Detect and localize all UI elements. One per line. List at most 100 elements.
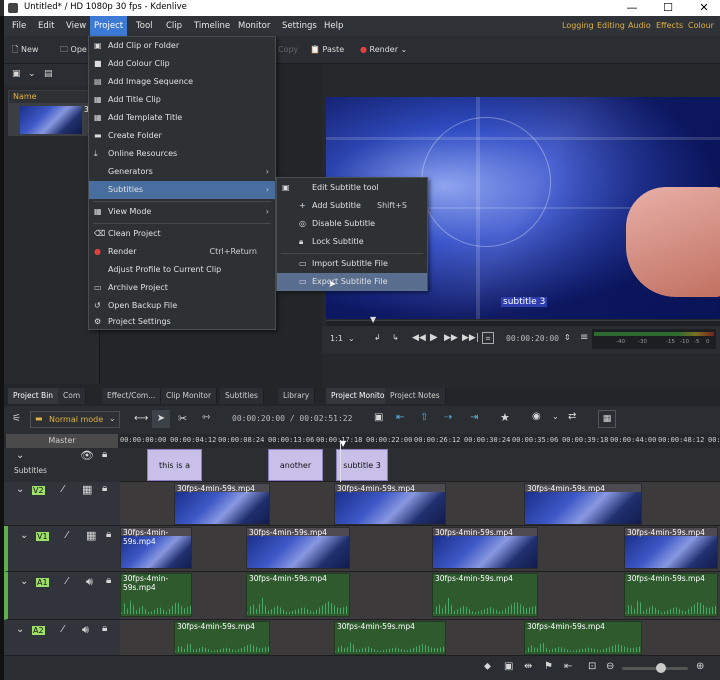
overwrite-icon[interactable]: ⇤ bbox=[396, 412, 404, 423]
zoom-slider[interactable] bbox=[622, 663, 688, 673]
zone-out-icon[interactable]: ↳ bbox=[392, 333, 399, 342]
bin-folder-icon[interactable]: ▤ bbox=[44, 69, 53, 79]
bin-clip-item[interactable]: 30 bbox=[8, 104, 100, 136]
menu-add-clip[interactable]: ▣ Add Clip or Folder bbox=[89, 37, 275, 55]
menu-add-colour-clip[interactable]: ■ Add Colour Clip bbox=[89, 55, 275, 73]
favorite-star-icon[interactable]: ★ bbox=[500, 411, 510, 424]
menu-add-image-sequence[interactable]: ▤ Add Image Sequence bbox=[89, 73, 275, 91]
tab-effects[interactable]: Effect/Com... bbox=[102, 388, 162, 404]
effect-wand-icon[interactable]: ⁄ bbox=[62, 624, 64, 635]
menu-file[interactable]: File bbox=[8, 16, 30, 36]
insert-icon[interactable]: ▣ bbox=[374, 412, 383, 423]
menu-project-settings[interactable]: ⚙ Project Settings bbox=[89, 315, 275, 329]
menu-render[interactable]: ● Render Ctrl+Return bbox=[89, 243, 275, 261]
lock-icon[interactable]: 🔒︎ bbox=[106, 529, 111, 540]
bin-column-header[interactable]: Name bbox=[8, 90, 100, 104]
video-clip[interactable]: 30fps-4min-59s.mp4 bbox=[120, 527, 192, 569]
zoom-out-icon[interactable]: ⊖ bbox=[606, 661, 614, 672]
menu-export-subtitle[interactable]: ▭ Export Subtitle File bbox=[277, 273, 427, 291]
new-button[interactable]: 🗋 New bbox=[12, 42, 38, 58]
collapse-chevron-icon[interactable]: ⌄ bbox=[20, 530, 28, 541]
track-tag-v2[interactable]: V2 bbox=[32, 486, 45, 495]
menu-settings[interactable]: Settings bbox=[278, 16, 321, 36]
zoom-select[interactable]: 1:1 bbox=[330, 334, 343, 343]
lock-icon[interactable]: 🔒︎ bbox=[102, 483, 107, 494]
zoom-dropdown-icon[interactable]: ⌄ bbox=[348, 334, 355, 343]
menu-online-resources[interactable]: ⤓ Online Resources bbox=[89, 145, 275, 163]
menu-add-subtitle[interactable]: + Add Subtitle Shift+S bbox=[277, 197, 427, 215]
tab-project-monitor[interactable]: Project Monitor bbox=[326, 388, 394, 404]
subtitle-clip[interactable]: another subtitle bbox=[268, 449, 323, 502]
menu-clean-project[interactable]: ⌫ Clean Project bbox=[89, 225, 275, 243]
render-button[interactable]: ● Render ⌄ bbox=[360, 42, 407, 58]
close-button[interactable]: ✕ bbox=[686, 0, 720, 16]
menu-create-folder[interactable]: ▬ Create Folder bbox=[89, 127, 275, 145]
copy-button[interactable]: Copy bbox=[278, 42, 298, 58]
tab-compositions[interactable]: Com bbox=[58, 388, 87, 404]
collapse-chevron-icon[interactable]: ⌄ bbox=[16, 450, 24, 461]
video-clip[interactable]: 30fps-4min-59s.mp4 bbox=[624, 527, 718, 569]
speaker-icon[interactable]: 🔊︎ bbox=[86, 575, 93, 589]
track-area-a2[interactable]: 30fps-4min-59s.mp4 30fps-4min-59s.mp4 30… bbox=[120, 620, 720, 656]
audio-clip[interactable]: 30fps-4min-59s.mp4 bbox=[432, 573, 538, 617]
play-icon[interactable]: ▶ bbox=[430, 332, 438, 343]
audio-clip[interactable]: 30fps-4min-59s.mp4 bbox=[120, 573, 192, 617]
tab-clip-monitor[interactable]: Clip Monitor bbox=[161, 388, 218, 404]
tab-subtitles[interactable]: Subtitles bbox=[220, 388, 264, 404]
menu-clip[interactable]: Clip bbox=[162, 16, 186, 36]
select-tool-icon[interactable]: ➤ bbox=[152, 410, 170, 428]
menu-timeline[interactable]: Timeline bbox=[190, 16, 234, 36]
chevron-down-icon[interactable]: ⌄ bbox=[28, 69, 36, 79]
snap-icon[interactable]: ◉ bbox=[532, 411, 541, 422]
eye-icon[interactable]: 👁 bbox=[80, 449, 94, 462]
video-clip[interactable]: 30fps-4min-59s.mp4 bbox=[174, 483, 270, 525]
menu-tool[interactable]: Tool bbox=[132, 16, 157, 36]
speaker-icon[interactable]: 🔊︎ bbox=[82, 623, 89, 637]
tab-library[interactable]: Library bbox=[278, 388, 316, 404]
audio-clip[interactable]: 30fps-4min-59s.mp4 bbox=[246, 573, 350, 617]
razor-tool-icon[interactable]: ✂ bbox=[178, 412, 187, 425]
track-tag-a1[interactable]: A1 bbox=[36, 578, 49, 587]
timecode-spinner-icon[interactable]: ⇕ bbox=[564, 333, 571, 342]
flag-icon[interactable]: ⚑ bbox=[544, 661, 553, 672]
timeline-ruler[interactable]: Master 00:00:00:00 00:00:04:12 00:00:08:… bbox=[4, 434, 720, 448]
playhead-marker-icon[interactable]: ▼ bbox=[370, 315, 376, 324]
zoom-in-icon[interactable]: ⊕ bbox=[696, 661, 704, 672]
track-tag-v1[interactable]: V1 bbox=[36, 532, 49, 541]
mixer-icon[interactable]: ▦ bbox=[598, 410, 616, 428]
menu-open-backup[interactable]: ↺ Open Backup File bbox=[89, 297, 275, 315]
forward-icon[interactable]: ▶▶ bbox=[444, 333, 458, 343]
menu-disable-subtitle[interactable]: ◎ Disable Subtitle bbox=[277, 215, 427, 233]
menu-edit-subtitle-tool[interactable]: ▣ Edit Subtitle tool bbox=[277, 179, 427, 197]
menu-archive-project[interactable]: ▭ Archive Project bbox=[89, 279, 275, 297]
maximize-button[interactable]: ☐ bbox=[650, 0, 686, 16]
layout-audio[interactable]: Audio bbox=[628, 16, 651, 36]
audio-clip[interactable]: 30fps-4min-59s.mp4 bbox=[174, 621, 270, 655]
menu-add-template-title[interactable]: ▦ Add Template Title bbox=[89, 109, 275, 127]
edit-mode-select[interactable]: ▬ Normal mode ⌄ bbox=[30, 411, 120, 428]
swap-icon[interactable]: ⇄ bbox=[568, 411, 576, 422]
effect-wand-icon[interactable]: ⁄ bbox=[66, 530, 68, 541]
chevron-down-icon[interactable]: ⌄ bbox=[552, 412, 559, 421]
audio-clip[interactable]: 30fps-4min-59s.mp4 bbox=[334, 621, 446, 655]
master-button[interactable]: Master bbox=[6, 434, 118, 448]
video-clip[interactable]: 30fps-4min-59s.mp4 bbox=[524, 483, 642, 525]
menu-view-mode[interactable]: ▦ View Mode › bbox=[89, 203, 275, 221]
view-mode-icon[interactable]: ▣ bbox=[12, 69, 21, 79]
monitor-timecode[interactable]: 00:00:20:00 bbox=[506, 334, 559, 343]
film-icon[interactable]: ▦ bbox=[82, 483, 92, 496]
menu-lock-subtitle[interactable]: 🔒︎ Lock Subtitle bbox=[277, 233, 427, 251]
tab-project-bin[interactable]: Project Bin bbox=[8, 388, 60, 404]
crop-icon[interactable]: ⌗ bbox=[482, 332, 494, 344]
video-clip[interactable]: 30fps-4min-59s.mp4 bbox=[334, 483, 446, 525]
paste-button[interactable]: 📋 Paste bbox=[310, 42, 344, 58]
lock-icon[interactable]: 🔒︎ bbox=[102, 623, 107, 634]
film-icon[interactable]: ▦ bbox=[86, 529, 96, 542]
fit-icon[interactable]: ⇤ bbox=[564, 661, 572, 672]
menu-monitor[interactable]: Monitor bbox=[234, 16, 274, 36]
effect-wand-icon[interactable]: ⁄ bbox=[62, 484, 64, 495]
save-icon[interactable]: ▣ bbox=[504, 661, 513, 672]
menu-import-subtitle[interactable]: ▭ Import Subtitle File bbox=[277, 255, 427, 273]
open-button[interactable]: 🗀 Ope bbox=[60, 42, 87, 58]
video-clip[interactable]: 30fps-4min-59s.mp4 bbox=[246, 527, 350, 569]
